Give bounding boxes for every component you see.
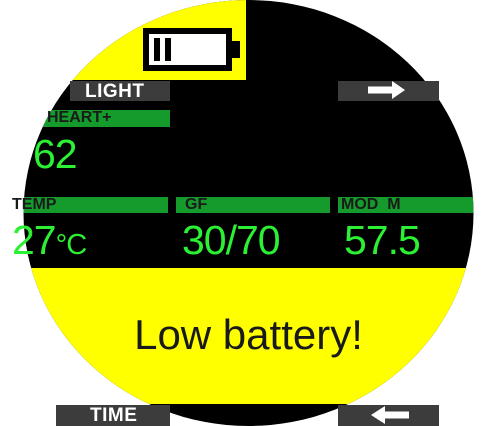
- gf-value: 30/70: [182, 217, 281, 263]
- heart-label: HEART+: [47, 109, 112, 126]
- battery-cell: [154, 38, 160, 61]
- warning-message: Low battery!: [134, 311, 363, 358]
- light-button-label: LIGHT: [85, 81, 145, 102]
- dive-computer-screen: LIGHT TIME HEART+ 62 TEMP 27°C GF 30/70 …: [0, 0, 497, 426]
- mod-label: MOD M: [341, 196, 401, 213]
- heart-value: 62: [33, 131, 78, 177]
- gf-label: GF: [185, 196, 208, 213]
- time-button-label: TIME: [90, 405, 138, 426]
- temp-value: 27: [12, 217, 57, 263]
- temp-unit: °C: [55, 229, 88, 261]
- battery-icon: [143, 28, 240, 71]
- mod-value: 57.5: [344, 217, 421, 263]
- battery-cell: [165, 38, 171, 61]
- temp-reading: 27°C: [12, 217, 88, 263]
- temp-label: TEMP: [12, 196, 57, 213]
- display-graphics: [23, 0, 474, 426]
